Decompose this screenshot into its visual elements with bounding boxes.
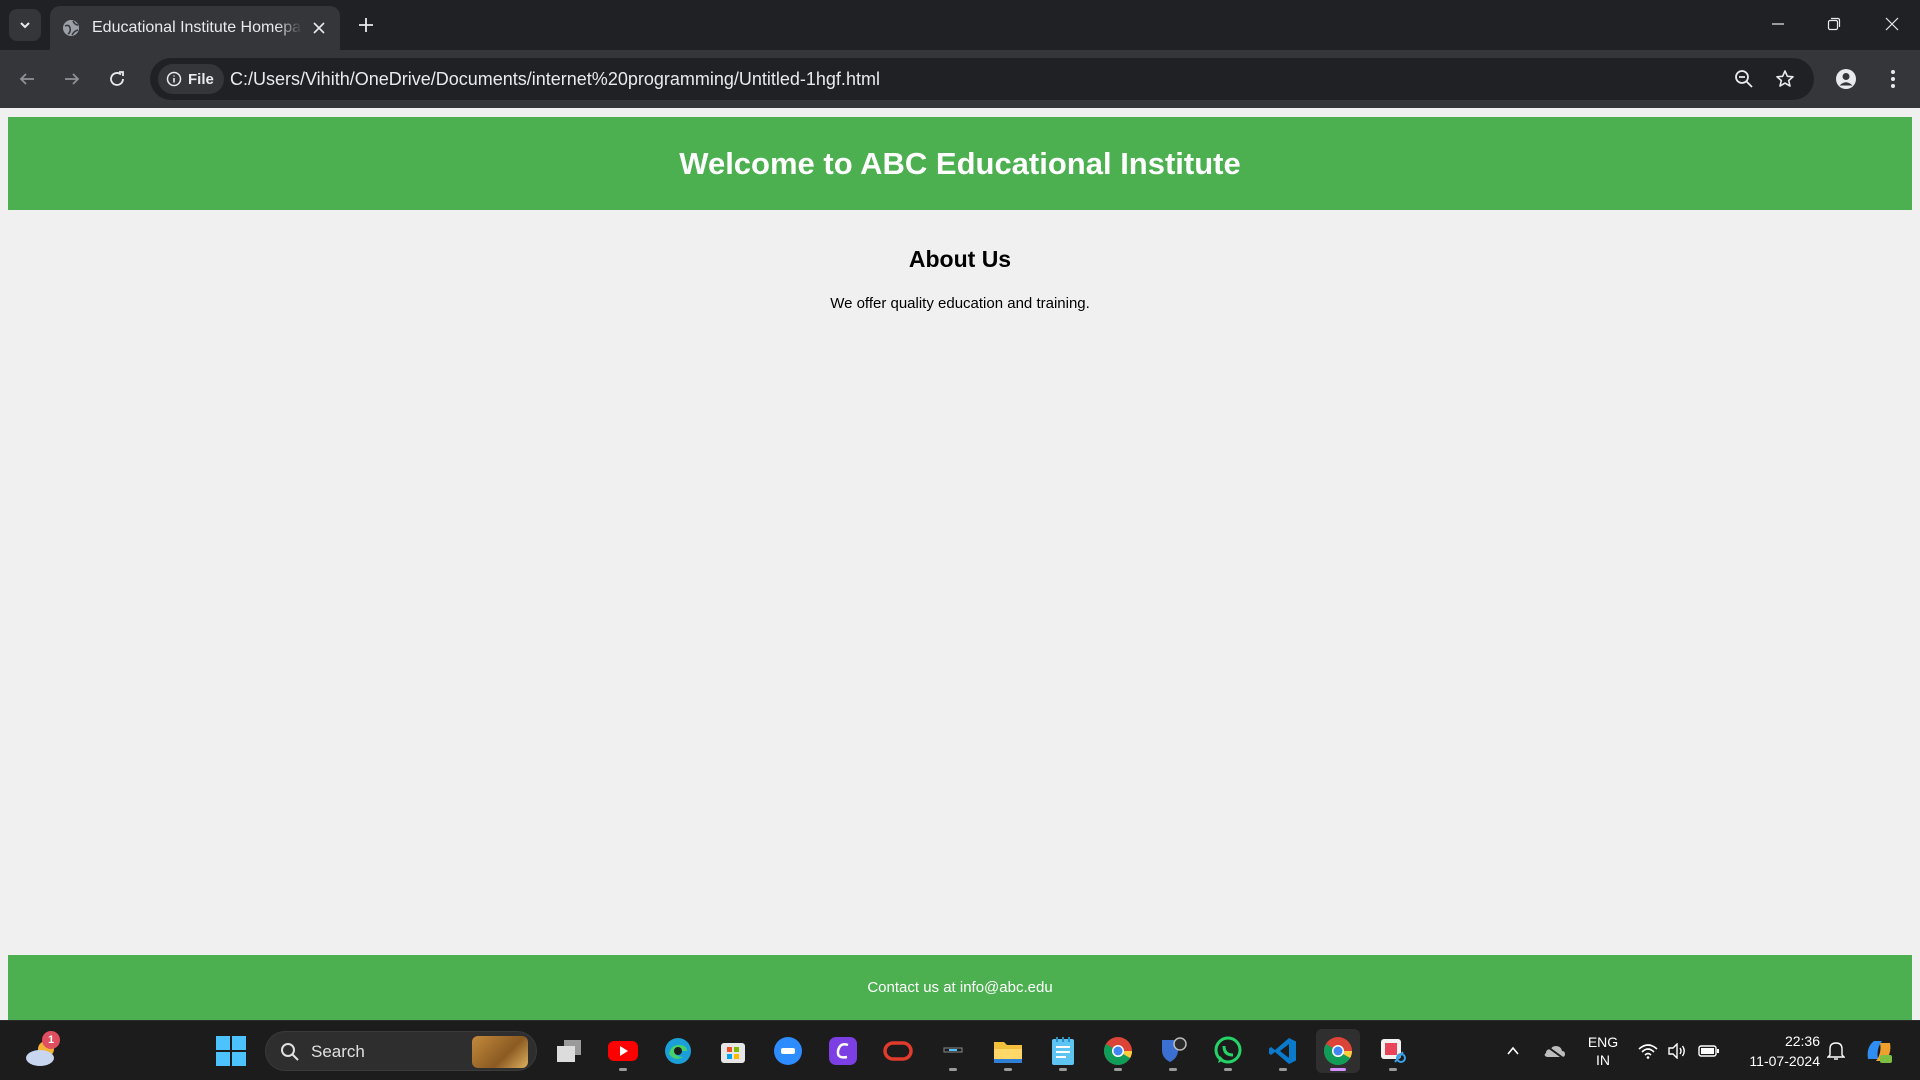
edge-icon[interactable] [656,1029,700,1073]
page-title: Welcome to ABC Educational Institute [679,145,1241,181]
terminal-icon[interactable] [931,1029,975,1073]
snipping-tool-icon[interactable] [1371,1029,1415,1073]
search-highlight-image [472,1036,528,1068]
site-info-chip[interactable]: File [158,64,224,94]
notepad-icon[interactable] [1041,1029,1085,1073]
task-view-icon[interactable] [547,1029,591,1073]
new-tab-icon[interactable] [352,11,380,39]
back-icon[interactable] [11,63,43,95]
search-icon [281,1043,299,1061]
about-text: We offer quality education and training. [830,295,1090,312]
battery-icon[interactable] [1696,1039,1722,1063]
url-text[interactable]: C:/Users/Vihith/OneDrive/Documents/inter… [230,69,880,90]
close-window-icon[interactable] [1864,0,1920,48]
chevron-up-icon[interactable] [1501,1039,1525,1063]
menu-icon[interactable] [1877,63,1909,95]
file-explorer-icon[interactable] [986,1029,1030,1073]
clock-date: 11-07-2024 [1749,1053,1820,1069]
contact-text: Contact us at info@abc.edu [867,979,1053,996]
system-clock[interactable]: 22:36 11-07-2024 [1730,1031,1820,1071]
volume-icon[interactable] [1665,1039,1689,1063]
language-code: ENG [1587,1034,1619,1050]
minimize-icon[interactable] [1750,0,1806,48]
forward-icon[interactable] [56,63,88,95]
taskbar: 1 Search ENG IN 22:36 11-07-2024 [0,1020,1920,1080]
whatsapp-icon[interactable] [1206,1029,1250,1073]
reload-icon[interactable] [101,63,133,95]
onedrive-icon[interactable] [1540,1039,1568,1063]
chrome-active-icon[interactable] [1316,1029,1360,1073]
youtube-icon[interactable] [601,1029,645,1073]
zoom-icon[interactable] [1731,66,1757,92]
chevron-down-icon [20,22,30,29]
tab-strip: Educational Institute Homepage [0,0,1920,50]
page-viewport: Welcome to ABC Educational Institute Abo… [0,108,1920,1020]
microsoft-store-icon[interactable] [711,1029,755,1073]
globe-icon [62,19,80,37]
about-heading: About Us [908,246,1012,272]
canva-icon[interactable] [821,1029,865,1073]
oracle-icon[interactable] [876,1029,920,1073]
info-icon [166,71,182,87]
vscode-icon[interactable] [1261,1029,1305,1073]
close-icon[interactable] [310,19,328,37]
windows-start-icon[interactable] [216,1036,246,1066]
taskbar-search[interactable]: Search [265,1031,537,1071]
site-header: Welcome to ABC Educational Institute [8,117,1912,210]
zoom-app-icon[interactable] [766,1029,810,1073]
about-section: About Us We offer quality education and … [0,246,1920,312]
star-icon[interactable] [1772,66,1798,92]
wifi-icon[interactable] [1636,1039,1660,1063]
browser-tab[interactable]: Educational Institute Homepage [50,6,340,50]
bitwarden-icon[interactable] [1151,1029,1195,1073]
copilot-icon[interactable] [1862,1035,1896,1067]
restore-icon[interactable] [1806,0,1862,48]
notification-badge: 1 [42,1031,60,1049]
tab-search-button[interactable] [9,9,41,41]
notification-bell-icon[interactable] [1824,1039,1848,1063]
weather-widget[interactable]: 1 [22,1031,62,1071]
profile-icon[interactable] [1830,63,1862,95]
chrome-icon[interactable] [1096,1029,1140,1073]
search-label: Search [311,1042,365,1061]
clock-time: 22:36 [1784,1033,1820,1049]
site-footer: Contact us at info@abc.edu [8,955,1912,1020]
language-indicator[interactable]: ENG IN [1583,1033,1623,1069]
tab-title: Educational Institute Homepage [92,19,302,36]
region-code: IN [1596,1052,1610,1068]
address-bar[interactable]: File C:/Users/Vihith/OneDrive/Documents/… [150,58,1814,100]
scheme-chip-label: File [188,70,214,88]
browser-toolbar: File C:/Users/Vihith/OneDrive/Documents/… [0,50,1920,108]
